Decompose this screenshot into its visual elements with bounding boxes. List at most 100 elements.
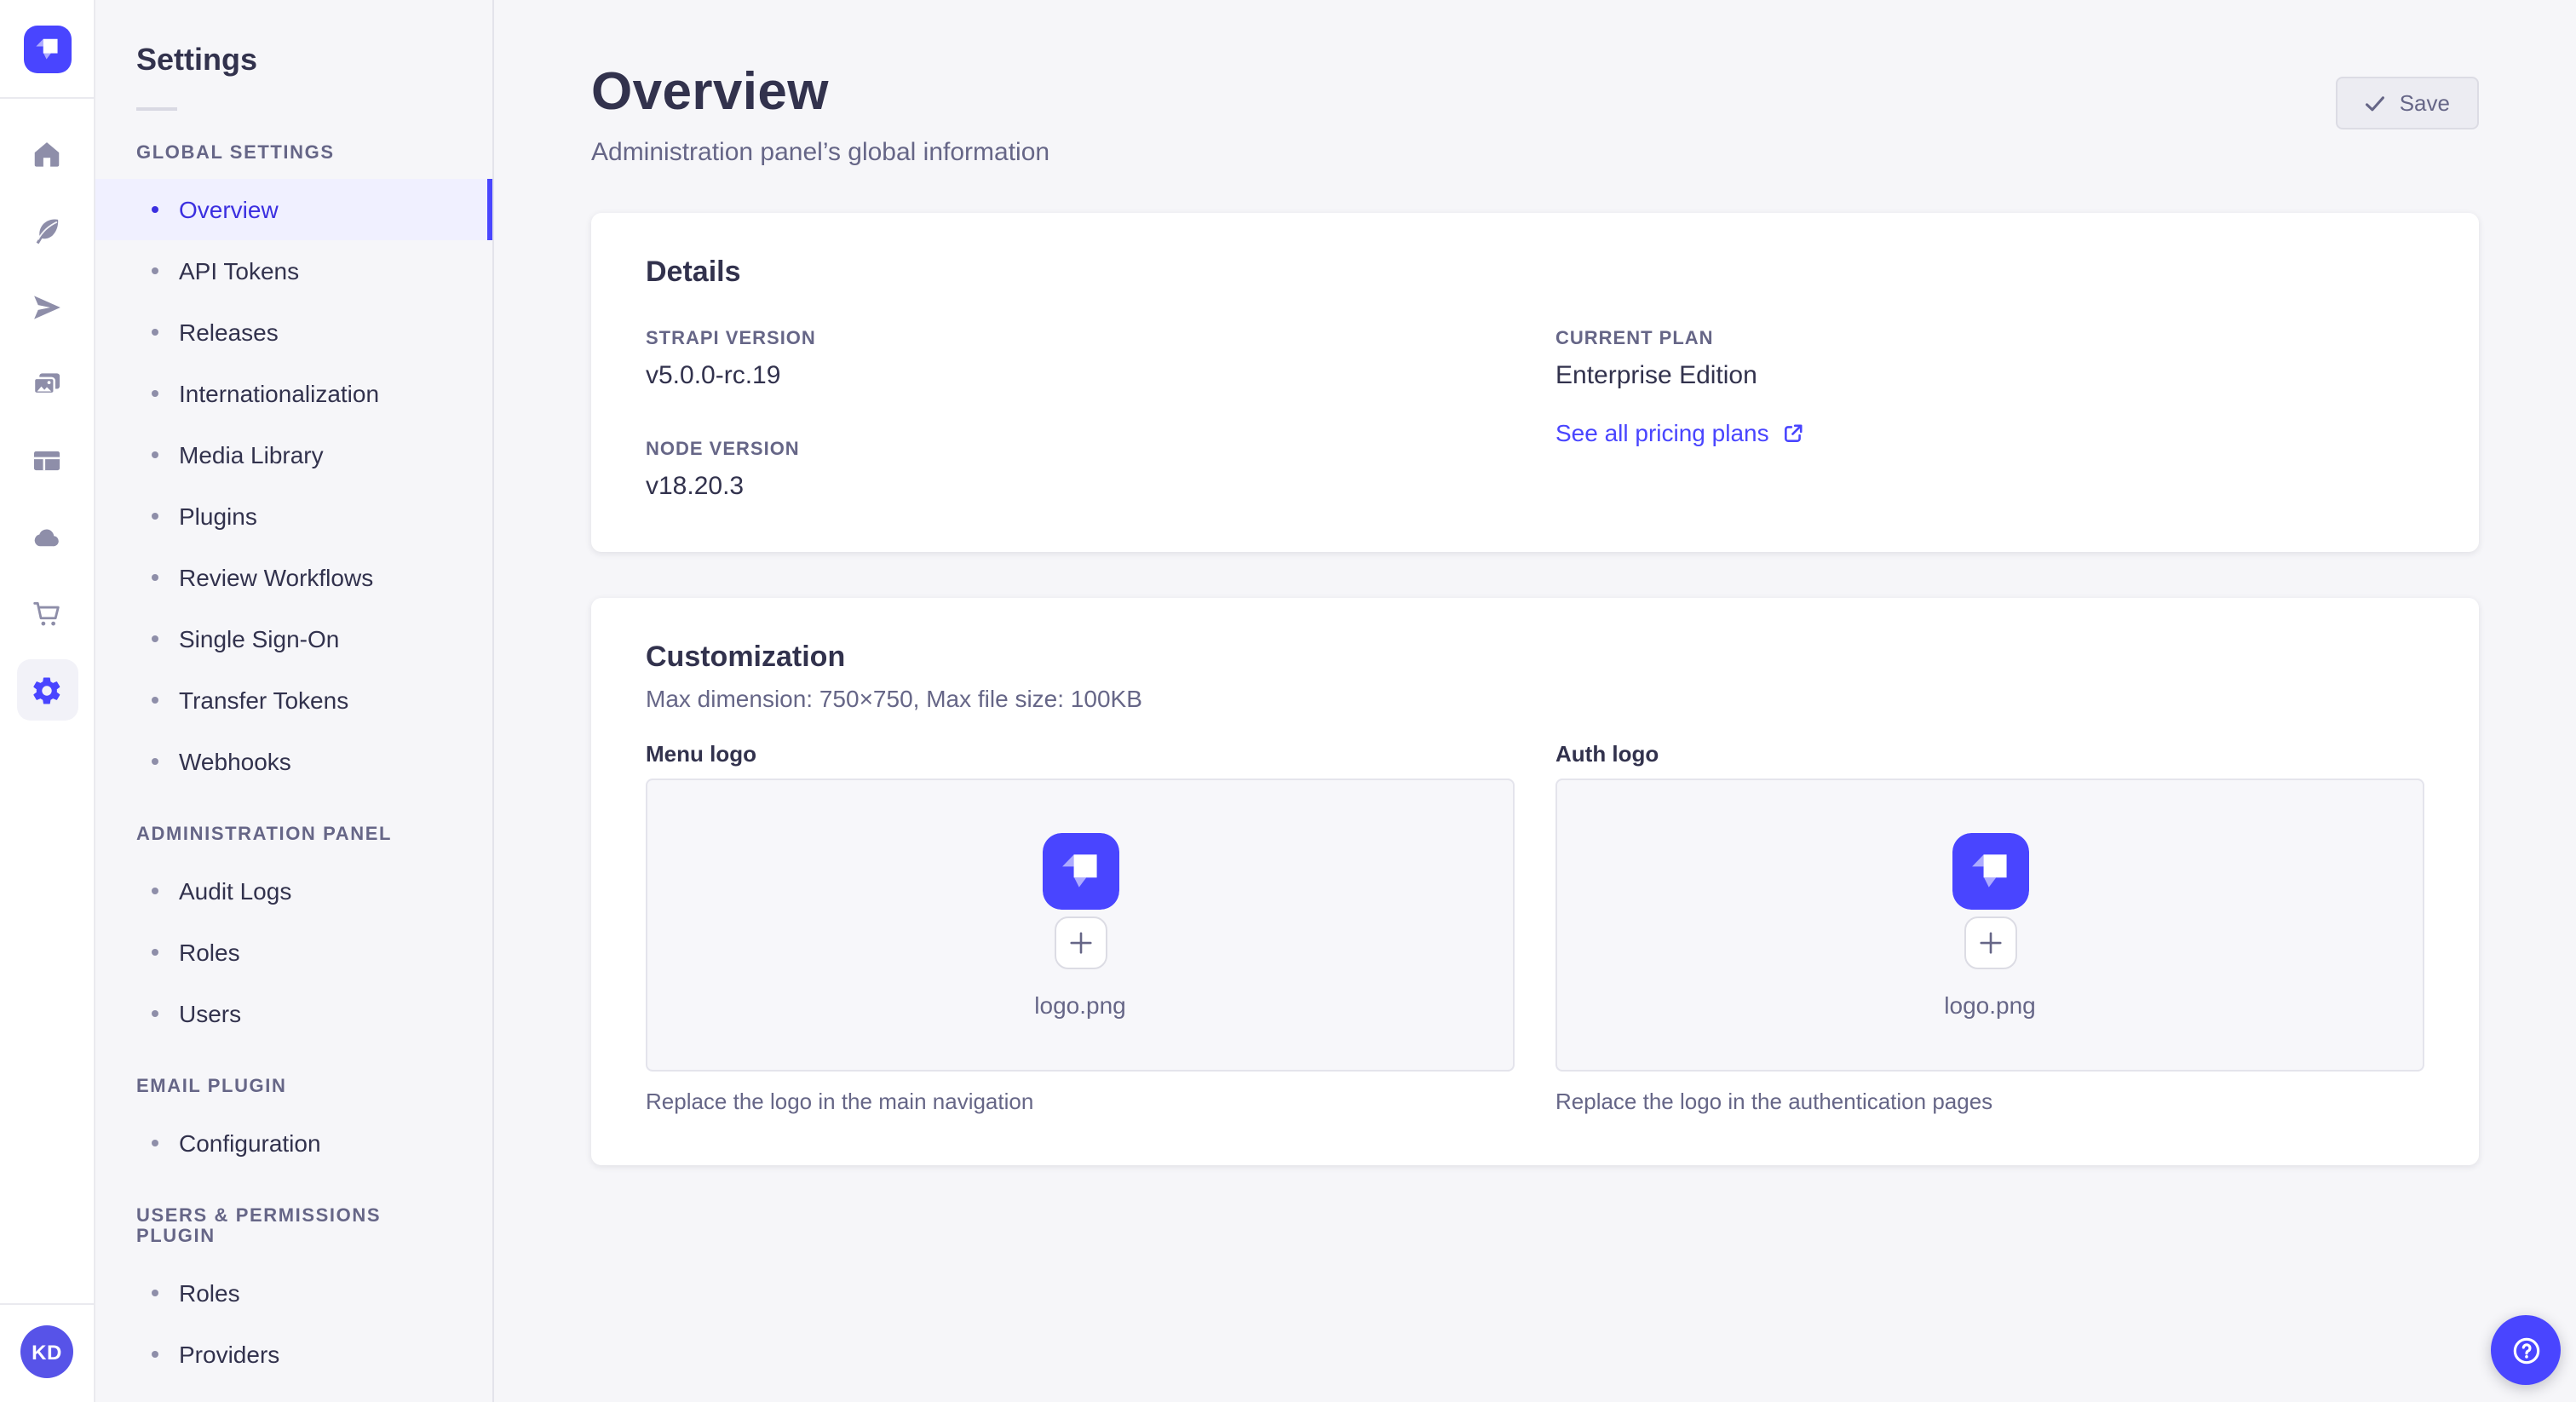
- details-card: Details STRAPI VERSION v5.0.0-rc.19 NODE…: [591, 213, 2479, 552]
- bullet-icon: [152, 1290, 158, 1296]
- nav-item-label: Configuration: [179, 1129, 321, 1157]
- nav-item-label: Roles: [179, 1279, 240, 1307]
- nav-item-label: Overview: [179, 196, 279, 223]
- nav-item-media-library[interactable]: Media Library: [95, 424, 492, 486]
- settings-nav-title: Settings: [136, 43, 258, 77]
- auth-logo-add-button[interactable]: [1964, 916, 2016, 968]
- current-plan-label: CURRENT PLAN: [1555, 329, 1714, 349]
- menu-logo-filename: logo.png: [1034, 991, 1126, 1018]
- paper-plane-icon[interactable]: [16, 276, 78, 337]
- nav-item-label: Users: [179, 1000, 242, 1027]
- nav-item-label: Webhooks: [179, 748, 291, 775]
- plus-icon: [1069, 931, 1091, 953]
- media-library-icon[interactable]: [16, 353, 78, 414]
- node-version-value: v18.20.3: [646, 472, 745, 501]
- rail-bottom-divider: [0, 1303, 94, 1305]
- strapi-version-value: v5.0.0-rc.19: [646, 361, 781, 390]
- auth-logo-dropzone[interactable]: logo.png: [1555, 779, 2424, 1072]
- nav-item-admin-users[interactable]: Users: [95, 983, 492, 1044]
- check-icon: [2366, 95, 2385, 111]
- nav-item-releases[interactable]: Releases: [95, 302, 492, 363]
- question-mark-icon: [2512, 1336, 2539, 1364]
- menu-logo-label: Menu logo: [646, 741, 756, 767]
- bullet-icon: [152, 574, 158, 581]
- current-plan-value: Enterprise Edition: [1555, 361, 1757, 390]
- bullet-icon: [152, 1351, 158, 1358]
- menu-logo-caption: Replace the logo in the main navigation: [646, 1089, 1034, 1114]
- bullet-icon: [152, 206, 158, 213]
- pricing-plans-link[interactable]: See all pricing plans: [1555, 419, 1805, 446]
- nav-item-email-configuration[interactable]: Configuration: [95, 1112, 492, 1174]
- cloud-icon[interactable]: [16, 506, 78, 567]
- auth-logo-label: Auth logo: [1555, 741, 1659, 767]
- bullet-icon: [152, 635, 158, 642]
- app-window: KD Settings GLOBAL SETTINGS Overview API…: [0, 0, 2576, 1402]
- nav-item-single-sign-on[interactable]: Single Sign-On: [95, 608, 492, 669]
- rail-bottom: KD: [0, 1303, 94, 1402]
- page-header-text: Overview Administration panel’s global i…: [591, 61, 1049, 167]
- feather-icon[interactable]: [16, 199, 78, 261]
- nav-item-review-workflows[interactable]: Review Workflows: [95, 547, 492, 608]
- bullet-icon: [152, 949, 158, 956]
- nav-item-admin-roles[interactable]: Roles: [95, 922, 492, 983]
- nav-item-overview[interactable]: Overview: [95, 179, 492, 240]
- bullet-icon: [152, 1010, 158, 1017]
- nav-item-label: Plugins: [179, 503, 257, 530]
- nav-section-email-plugin: EMAIL PLUGIN: [136, 1077, 287, 1097]
- nav-item-label: Audit Logs: [179, 877, 292, 905]
- nav-item-api-tokens[interactable]: API Tokens: [95, 240, 492, 302]
- nav-item-label: Internationalization: [179, 380, 380, 407]
- nav-item-label: Media Library: [179, 441, 324, 468]
- strapi-logo[interactable]: [23, 26, 71, 73]
- plus-icon: [1979, 931, 2001, 953]
- main-content: Overview Administration panel’s global i…: [494, 0, 2576, 1402]
- nav-item-up-providers[interactable]: Providers: [95, 1324, 492, 1385]
- nav-title-rule: [136, 107, 177, 111]
- nav-item-label: Single Sign-On: [179, 625, 340, 652]
- icon-rail: KD: [0, 0, 95, 1402]
- save-button[interactable]: Save: [2336, 77, 2479, 129]
- customization-card-title: Customization: [646, 641, 846, 673]
- auth-logo-filename: logo.png: [1944, 991, 2036, 1018]
- nav-item-label: API Tokens: [179, 257, 300, 284]
- nav-item-label: Review Workflows: [179, 564, 374, 591]
- bullet-icon: [152, 513, 158, 520]
- nav-item-label: Releases: [179, 319, 279, 346]
- nav-item-webhooks[interactable]: Webhooks: [95, 731, 492, 792]
- rail-divider: [0, 97, 94, 99]
- gear-icon[interactable]: [16, 659, 78, 721]
- details-right-column: CURRENT PLAN Enterprise Edition See all …: [1555, 329, 2424, 501]
- bullet-icon: [152, 390, 158, 397]
- current-plan-field: CURRENT PLAN Enterprise Edition: [1555, 329, 2424, 390]
- nav-section-administration-panel: ADMINISTRATION PANEL: [136, 825, 393, 845]
- menu-logo-block: Menu logo logo.png Replace the logo in t…: [646, 741, 1515, 1114]
- rail-icons: [16, 123, 78, 721]
- bullet-icon: [152, 888, 158, 894]
- home-icon[interactable]: [16, 123, 78, 184]
- bullet-icon: [152, 1140, 158, 1146]
- nav-item-plugins[interactable]: Plugins: [95, 486, 492, 547]
- strapi-version-label: STRAPI VERSION: [646, 329, 816, 349]
- settings-nav: Settings GLOBAL SETTINGS Overview API To…: [95, 0, 494, 1402]
- auth-logo-preview: [1952, 832, 2028, 909]
- node-version-label: NODE VERSION: [646, 440, 800, 460]
- avatar[interactable]: KD: [20, 1325, 73, 1378]
- nav-item-transfer-tokens[interactable]: Transfer Tokens: [95, 669, 492, 731]
- details-card-title: Details: [646, 256, 741, 288]
- cart-icon[interactable]: [16, 583, 78, 644]
- help-button[interactable]: [2491, 1315, 2561, 1385]
- bullet-icon: [152, 697, 158, 704]
- menu-logo-add-button[interactable]: [1054, 916, 1107, 968]
- nav-item-internationalization[interactable]: Internationalization: [95, 363, 492, 424]
- bullet-icon: [152, 758, 158, 765]
- layout-icon[interactable]: [16, 429, 78, 491]
- menu-logo-preview: [1042, 832, 1118, 909]
- nav-item-audit-logs[interactable]: Audit Logs: [95, 860, 492, 922]
- menu-logo-dropzone[interactable]: logo.png: [646, 779, 1515, 1072]
- nav-item-up-roles[interactable]: Roles: [95, 1262, 492, 1324]
- logo-grid: Menu logo logo.png Replace the logo in t…: [646, 741, 2424, 1114]
- pricing-plans-link-label: See all pricing plans: [1555, 419, 1769, 446]
- nav-item-label: Transfer Tokens: [179, 687, 349, 714]
- bullet-icon: [152, 451, 158, 458]
- strapi-version-field: STRAPI VERSION v5.0.0-rc.19: [646, 329, 1515, 390]
